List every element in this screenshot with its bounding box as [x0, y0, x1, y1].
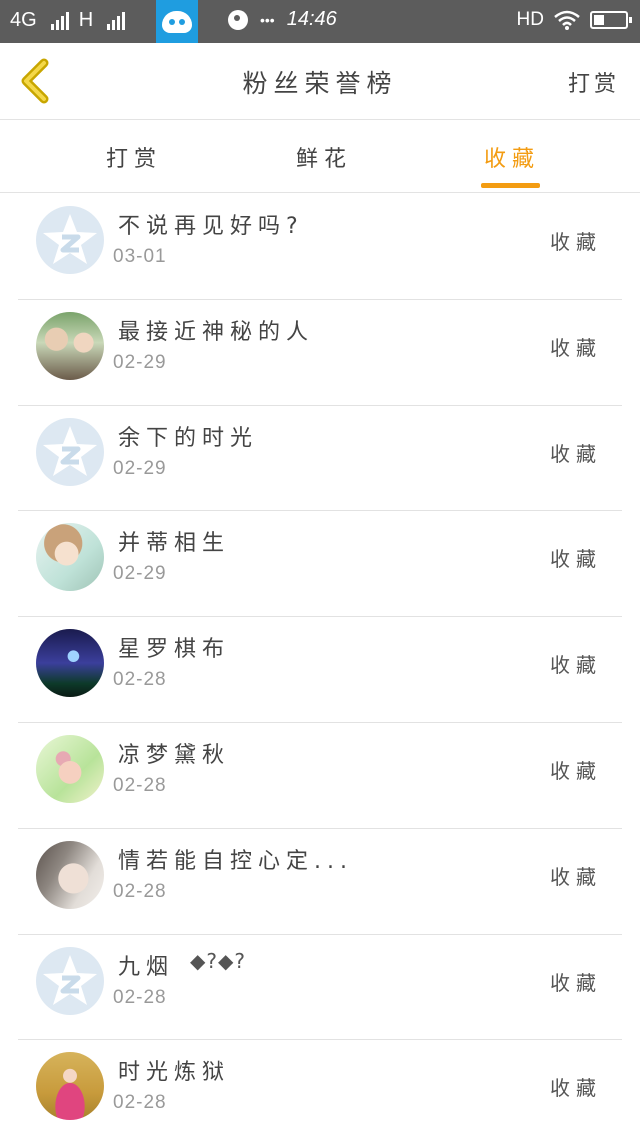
favorite-label: 收藏: [550, 230, 602, 254]
fan-date: 02-29: [113, 351, 167, 373]
avatar[interactable]: [36, 1052, 104, 1121]
default-qq-icon: [43, 425, 97, 476]
list-item[interactable]: 并蒂相生 02-29 收藏: [18, 511, 622, 618]
status-time: 14:46: [286, 8, 337, 30]
avatar[interactable]: [36, 734, 104, 803]
avatar[interactable]: [36, 946, 104, 1015]
list-item[interactable]: 情若能自控心定... 02-28 收藏: [18, 829, 622, 935]
favorite-label: 收藏: [550, 970, 602, 995]
fan-date: 02-29: [113, 563, 167, 585]
avatar[interactable]: [36, 311, 104, 380]
fan-name: 情若能自控心定...: [118, 848, 353, 874]
list-item[interactable]: 时光炼狱 02-28 收藏: [18, 1040, 622, 1138]
more-dots: •••: [260, 11, 275, 28]
fan-list: 不说再见好吗? 03-01 收藏 最接近神秘的人 02-29 收藏 余下的时光 02-29 收藏…: [18, 194, 622, 1138]
avatar[interactable]: [36, 206, 104, 274]
wifi-icon: [554, 10, 580, 30]
unknown-glyph-icon: ◆?◆?: [190, 948, 246, 973]
favorite-label: 收藏: [550, 653, 602, 678]
fan-name: 最接近神秘的人: [118, 319, 315, 345]
fan-date: 02-28: [113, 986, 167, 1008]
favorite-label: 收藏: [550, 1076, 602, 1101]
fan-name: 时光炼狱: [118, 1060, 231, 1086]
fan-name: 余下的时光: [118, 425, 259, 451]
favorite-label: 收藏: [550, 864, 602, 889]
tab-favorites[interactable]: 收藏: [484, 141, 540, 173]
fan-name: 星罗棋布: [118, 637, 231, 663]
list-item[interactable]: 星罗棋布 02-28 收藏: [18, 617, 622, 723]
signal-icon: [50, 11, 69, 30]
tab-reward[interactable]: 打赏: [106, 141, 162, 173]
list-item[interactable]: 余下的时光 02-29 收藏: [18, 406, 622, 512]
header-reward-button[interactable]: 打赏: [568, 66, 620, 98]
signal-icon-2: [107, 11, 126, 30]
tab-flowers[interactable]: 鲜花: [296, 141, 352, 173]
app-notification-icon: [156, 0, 198, 43]
list-item[interactable]: 九烟 ◆?◆? 02-28 收藏: [18, 935, 622, 1041]
status-right: HD: [516, 9, 632, 31]
favorite-label: 收藏: [550, 335, 602, 360]
list-item[interactable]: 凉梦黛秋 02-28 收藏: [18, 723, 622, 829]
favorite-label: 收藏: [550, 758, 602, 783]
status-network: 4G H: [10, 9, 126, 32]
avatar[interactable]: [36, 629, 104, 698]
fan-name: 九烟: [118, 954, 175, 980]
battery-icon: [590, 11, 632, 29]
network-label: 4G: [10, 9, 37, 31]
avatar[interactable]: [36, 417, 104, 486]
fan-name: 并蒂相生: [118, 531, 231, 557]
default-qq-icon: [43, 954, 97, 1005]
status-bar: 4G H ••• 14:46 HD: [0, 0, 640, 43]
network2-label: H: [78, 9, 94, 31]
page-title: 粉丝荣誉榜: [242, 69, 398, 98]
palette-icon: [228, 9, 248, 30]
fan-date: 02-28: [113, 774, 167, 796]
list-item[interactable]: 最接近神秘的人 02-29 收藏: [18, 300, 622, 406]
active-tab-indicator: [481, 183, 540, 188]
default-qq-icon: [43, 214, 97, 264]
avatar[interactable]: [36, 523, 104, 592]
favorite-label: 收藏: [550, 441, 602, 466]
hd-label: HD: [516, 9, 544, 30]
fan-date: 03-01: [113, 246, 167, 267]
fan-date: 02-28: [113, 880, 167, 902]
tab-bar: 打赏 鲜花 收藏: [0, 121, 640, 193]
fan-date: 02-29: [113, 457, 167, 479]
favorite-label: 收藏: [550, 547, 602, 572]
fan-name: 不说再见好吗?: [118, 214, 304, 239]
fan-date: 02-28: [113, 1092, 167, 1114]
fan-date: 02-28: [113, 669, 167, 691]
status-center: ••• 14:46: [228, 8, 337, 31]
list-item[interactable]: 不说再见好吗? 03-01 收藏: [18, 194, 622, 300]
avatar[interactable]: [36, 840, 104, 909]
fan-name: 凉梦黛秋: [118, 742, 231, 768]
header-bar: 粉丝荣誉榜 打赏: [0, 43, 640, 120]
